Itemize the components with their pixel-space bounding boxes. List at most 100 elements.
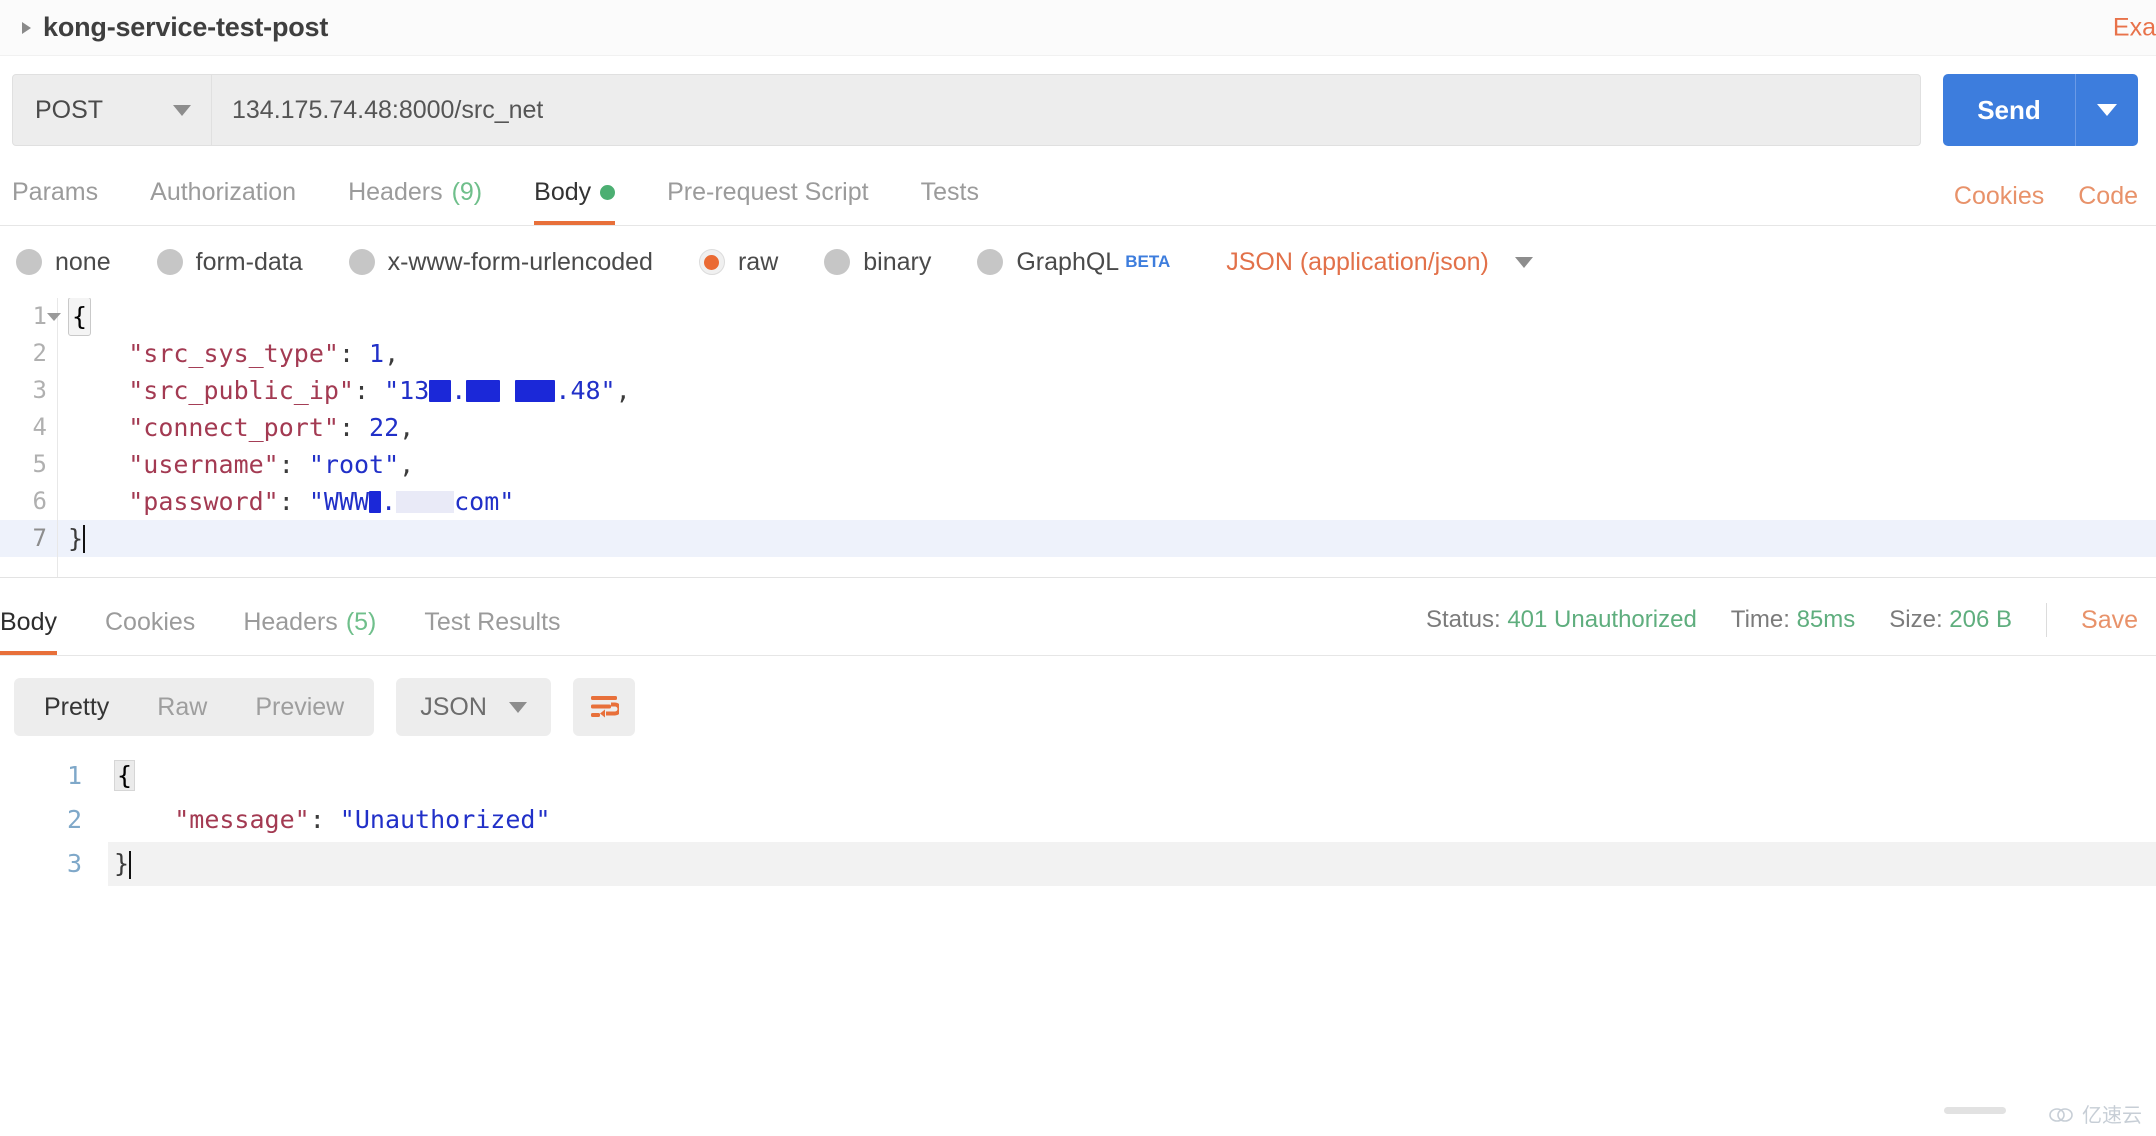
code-token: : <box>278 450 309 479</box>
status-meta: Status: 401 Unauthorized <box>1426 606 1697 634</box>
time-value: 85ms <box>1796 606 1856 633</box>
request-tabs-actions: Cookies Code <box>1954 182 2138 225</box>
response-meta: Status: 401 Unauthorized Time: 85ms Size… <box>1426 603 2138 655</box>
examples-link[interactable]: Exa <box>2113 13 2156 42</box>
editor-code-area[interactable]: { "src_sys_type": 1, "src_public_ip": "1… <box>58 298 2156 577</box>
response-code-line: "message": "Unauthorized" <box>108 798 2156 842</box>
body-type-label: raw <box>737 247 779 276</box>
tab-pre-request-script[interactable]: Pre-request Script <box>667 178 868 225</box>
tab-body[interactable]: Body <box>534 178 616 225</box>
caret-right-icon[interactable] <box>22 21 31 34</box>
size-value: 206 B <box>1949 606 2013 633</box>
response-format-label: JSON <box>420 692 487 721</box>
code-token: , <box>399 413 415 442</box>
view-mode-pretty[interactable]: Pretty <box>20 678 133 736</box>
response-tab-headers[interactable]: Headers (5) <box>243 608 376 655</box>
url-input[interactable]: 134.175.74.48:8000/src_net <box>212 74 1921 146</box>
time-meta: Time: 85ms <box>1731 606 1855 634</box>
request-tabs: Params Authorization Headers (9) Body Pre-req… <box>0 164 2156 226</box>
code-token: : <box>338 339 370 368</box>
code-token: : <box>338 413 370 442</box>
request-body-editor[interactable]: 1 2 3 4 5 6 7 { "src_sys_type": 1, "src_public… <box>0 298 2156 578</box>
response-view-mode-group: Pretty Raw Preview <box>14 678 375 736</box>
send-button[interactable]: Send <box>1943 74 2075 146</box>
code-token: "13 <box>384 376 430 405</box>
body-type-raw[interactable]: raw <box>698 247 779 277</box>
code-token: "root" <box>308 450 400 479</box>
body-type-binary[interactable]: binary <box>824 248 931 277</box>
code-link[interactable]: Code <box>2078 182 2138 211</box>
code-token: } <box>68 524 84 553</box>
save-response-button[interactable]: Save <box>2081 606 2138 635</box>
code-token: : <box>309 805 340 834</box>
text-cursor <box>129 851 132 879</box>
redacted-block <box>369 490 382 513</box>
content-type-label: JSON (application/json) <box>1226 247 1489 276</box>
view-mode-raw[interactable]: Raw <box>133 678 231 736</box>
code-token: . <box>381 487 397 516</box>
body-type-graphql[interactable]: GraphQL BETA <box>977 248 1170 277</box>
body-type-none[interactable]: none <box>16 248 111 277</box>
size-meta: Size: 206 B <box>1889 606 2012 634</box>
response-tab-count-badge: (5) <box>345 608 377 636</box>
response-toolbar: Pretty Raw Preview JSON <box>0 656 2156 754</box>
response-tab-cookies[interactable]: Cookies <box>105 608 195 655</box>
response-tab-test-results[interactable]: Test Results <box>424 608 560 655</box>
cookies-link[interactable]: Cookies <box>1954 182 2044 211</box>
tab-authorization[interactable]: Authorization <box>150 178 296 225</box>
radio-icon <box>977 249 1004 275</box>
code-token: 22 <box>369 413 400 442</box>
line-number: 1 <box>0 298 61 335</box>
response-body-viewer[interactable]: 1 2 3 { "message": "Unauthorized"} <box>0 754 2156 904</box>
send-options-button[interactable] <box>2076 74 2138 146</box>
code-token: { <box>114 760 136 791</box>
code-token: "connect_port" <box>128 413 339 442</box>
tab-label: Params <box>12 178 99 206</box>
line-number: 6 <box>32 487 47 515</box>
http-method-select[interactable]: POST <box>12 74 212 146</box>
chevron-down-icon <box>508 701 527 713</box>
code-token: "message" <box>174 805 310 834</box>
response-format-select[interactable]: JSON <box>396 678 551 736</box>
response-tab-body[interactable]: Body <box>0 608 57 655</box>
horizontal-scrollbar[interactable] <box>1944 1107 2006 1114</box>
response-tabs: Body Cookies Headers (5) Test Results Status… <box>0 578 2156 656</box>
tab-headers[interactable]: Headers (9) <box>348 178 482 225</box>
tab-label: Tests <box>920 178 979 206</box>
code-token: com" <box>454 487 515 516</box>
response-code-line: { <box>108 754 2156 798</box>
response-line-number: 3 <box>66 849 82 878</box>
cloud-icon <box>2049 1107 2073 1122</box>
chevron-down-icon <box>173 104 191 116</box>
response-code-area[interactable]: { "message": "Unauthorized"} <box>108 754 2156 904</box>
page-title: kong-service-test-post <box>43 12 329 42</box>
request-title-bar: kong-service-test-post Exa <box>0 0 2156 56</box>
code-line: "username": "root", <box>58 446 2156 483</box>
code-token: , <box>615 376 631 405</box>
body-type-label: x-www-form-urlencoded <box>387 247 653 276</box>
body-type-form-data[interactable]: form-data <box>156 248 303 277</box>
word-wrap-button[interactable] <box>572 678 635 736</box>
view-mode-preview[interactable]: Preview <box>231 678 368 736</box>
watermark-text: 亿速云 <box>2082 1105 2142 1127</box>
redacted-block <box>466 379 501 402</box>
line-number: 2 <box>32 339 47 367</box>
redacted-block <box>429 379 452 402</box>
tab-params[interactable]: Params <box>12 178 98 225</box>
tab-tests[interactable]: Tests <box>921 178 979 225</box>
content-type-select[interactable]: JSON (application/json) <box>1226 248 1533 277</box>
code-token: "password" <box>128 487 279 516</box>
body-type-x-www-form-urlencoded[interactable]: x-www-form-urlencoded <box>348 247 653 277</box>
chevron-down-icon <box>2097 104 2117 116</box>
watermark: 亿速云 <box>2048 1099 2142 1128</box>
http-method-label: POST <box>35 95 104 124</box>
line-number: 4 <box>32 413 47 441</box>
time-label: Time: <box>1730 606 1790 633</box>
code-token: "WWW <box>308 487 370 516</box>
